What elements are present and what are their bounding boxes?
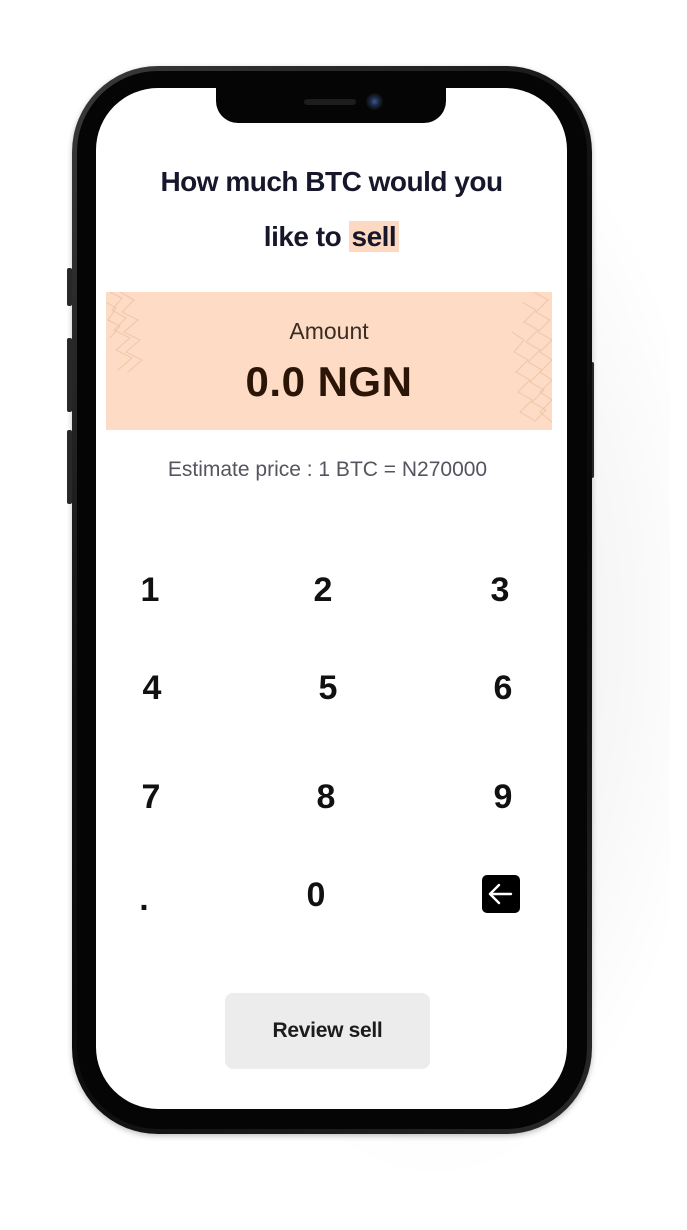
keypad-key-dot[interactable]: . <box>114 874 174 924</box>
amount-value: 0.0 NGN <box>245 358 413 405</box>
title-line-1: How much BTC would you <box>160 166 503 197</box>
notch <box>216 88 446 123</box>
amount-label: Amount <box>289 318 369 344</box>
keypad-key-9[interactable]: 9 <box>473 772 533 822</box>
keypad-key-7[interactable]: 7 <box>121 772 181 822</box>
speaker-grille <box>304 99 356 105</box>
keypad-key-5[interactable]: 5 <box>298 663 358 713</box>
front-camera-icon <box>366 93 383 110</box>
title-highlight-word: sell <box>348 221 400 252</box>
review-sell-button[interactable]: Review sell <box>225 993 430 1069</box>
keypad-key-6[interactable]: 6 <box>473 663 533 713</box>
title-line-2: like to sell <box>96 209 567 264</box>
keypad-key-2[interactable]: 2 <box>293 565 353 615</box>
backspace-button[interactable] <box>482 875 520 913</box>
phone-screen: How much BTC would you like to sell Amou… <box>96 88 567 1109</box>
title-line-2-prefix: like to <box>263 221 349 252</box>
keypad-key-8[interactable]: 8 <box>296 772 356 822</box>
keypad-key-0[interactable]: 0 <box>286 870 346 920</box>
keypad-key-3[interactable]: 3 <box>470 565 530 615</box>
mockup-scene: How much BTC would you like to sell Amou… <box>0 0 687 1230</box>
page-title: How much BTC would you like to sell <box>96 154 567 264</box>
arrow-left-icon <box>488 883 513 905</box>
keypad-key-1[interactable]: 1 <box>120 565 180 615</box>
amount-display: Amount 0.0 NGN <box>106 292 552 430</box>
estimate-price-text: Estimate price : 1 BTC = N270000 <box>167 458 488 481</box>
keypad-key-4[interactable]: 4 <box>122 663 182 713</box>
